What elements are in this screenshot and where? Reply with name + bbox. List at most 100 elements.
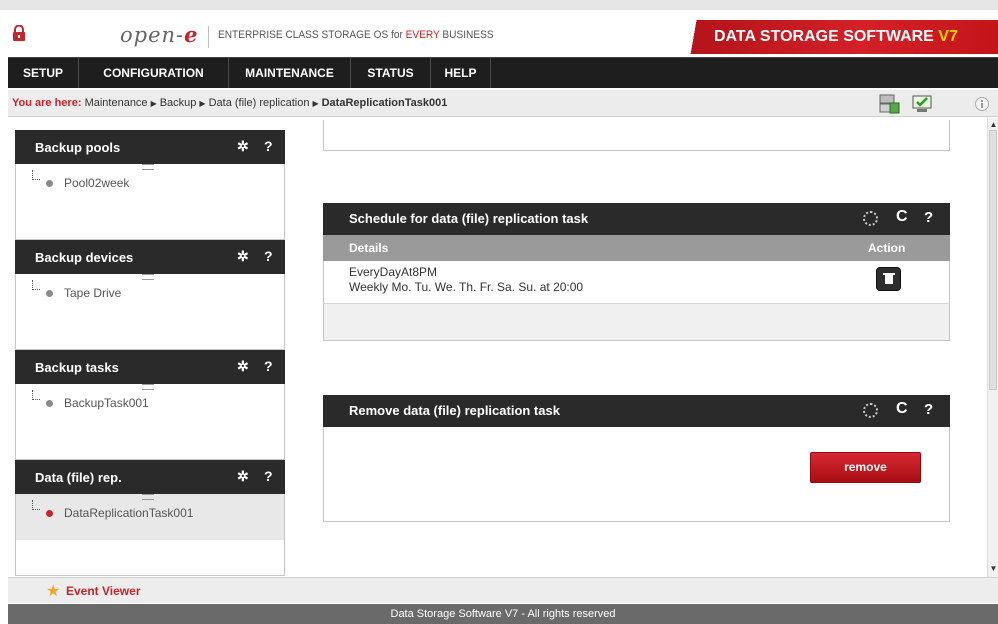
header: open-e ENTERPRISE CLASS STORAGE OS for E… xyxy=(8,20,998,54)
panel-title: Remove data (file) replication task xyxy=(349,403,560,418)
gear-icon[interactable]: ✲ xyxy=(237,358,249,375)
sidebar-item-pool02week[interactable]: Pool02week xyxy=(64,176,129,190)
status-dot-icon xyxy=(46,180,53,187)
loading-spinner-icon xyxy=(863,211,878,226)
panel-header: Schedule for data (file) replication tas… xyxy=(323,203,950,235)
sidebar-box-title: Backup pools xyxy=(35,140,121,155)
panel-previous-bottom xyxy=(323,120,950,151)
nav-status[interactable]: STATUS xyxy=(351,58,431,88)
table-header: Details Action xyxy=(323,235,950,261)
schedule-panel: Schedule for data (file) replication tas… xyxy=(323,203,950,341)
help-icon[interactable]: ? xyxy=(264,138,273,154)
refresh-icon[interactable]: C xyxy=(896,400,908,418)
table-footer xyxy=(323,303,950,341)
brand-text: DATA STORAGE SOFTWARE V7 xyxy=(714,28,958,46)
brand-name: DATA STORAGE SOFTWARE xyxy=(714,28,939,45)
grip-handle-icon[interactable] xyxy=(142,274,154,280)
sidebar-item-tape-drive[interactable]: Tape Drive xyxy=(64,286,121,300)
event-viewer-bar: ★ Event Viewer xyxy=(8,577,998,603)
breadcrumb-arrow-icon: ▶ xyxy=(150,99,157,108)
scroll-down-icon[interactable]: ▼ xyxy=(989,564,998,574)
grip-handle-icon[interactable] xyxy=(142,494,154,500)
nav-configuration[interactable]: CONFIGURATION xyxy=(79,58,229,88)
gear-icon[interactable]: ✲ xyxy=(237,138,249,155)
schedule-description: Weekly Mo. Tu. We. Th. Fr. Sa. Su. at 20… xyxy=(349,280,584,294)
vertical-scrollbar[interactable]: ▲ ▼ xyxy=(987,118,998,578)
tree-line-icon xyxy=(32,280,40,290)
help-icon[interactable]: ? xyxy=(264,468,273,484)
gear-icon[interactable]: ✲ xyxy=(237,248,249,265)
sidebar-item-backuptask001[interactable]: BackupTask001 xyxy=(64,396,149,410)
breadcrumb-prefix: You are here: xyxy=(12,97,82,109)
logo-main: open- xyxy=(120,23,185,47)
app-root: open-e ENTERPRISE CLASS STORAGE OS for E… xyxy=(0,0,998,624)
server-icon[interactable] xyxy=(878,94,900,114)
sidebar-box-title: Data (file) rep. xyxy=(35,470,122,485)
nav-maintenance[interactable]: MAINTENANCE xyxy=(229,58,351,88)
sidebar-box-header: Backup pools ✲ ? xyxy=(15,130,285,164)
table-row: EveryDayAt8PM Weekly Mo. Tu. We. Th. Fr.… xyxy=(323,261,950,303)
scroll-thumb[interactable] xyxy=(989,130,997,390)
breadcrumb-current: DataReplicationTask001 xyxy=(321,97,448,109)
sidebar-box-header: Data (file) rep. ✲ ? xyxy=(15,460,285,494)
panel-body: remove xyxy=(323,427,950,522)
footer: Data Storage Software V7 - All rights re… xyxy=(8,604,998,624)
scroll-up-icon[interactable]: ▲ xyxy=(989,120,998,130)
help-icon[interactable]: ? xyxy=(264,248,273,264)
sidebar-box-backup-devices: Backup devices ✲ ? Tape Drive xyxy=(15,240,285,350)
help-icon[interactable]: ? xyxy=(924,209,933,226)
breadcrumb-arrow-icon: ▶ xyxy=(312,99,319,108)
help-icon[interactable]: ? xyxy=(264,358,273,374)
brand-version: V7 xyxy=(938,28,958,45)
info-icon[interactable] xyxy=(974,96,990,112)
breadcrumb-item-maintenance[interactable]: Maintenance xyxy=(85,97,148,109)
gear-icon[interactable]: ✲ xyxy=(237,468,249,485)
main-content: Schedule for data (file) replication tas… xyxy=(285,120,985,576)
grip-handle-icon[interactable] xyxy=(142,384,154,390)
tagline-post: BUSINESS xyxy=(439,29,494,41)
sidebar-box-body: Tape Drive xyxy=(15,274,285,350)
tree-line-icon xyxy=(32,390,40,400)
sidebar: Backup pools ✲ ? Pool02week Backup devic… xyxy=(15,120,285,576)
remove-button[interactable]: remove xyxy=(810,452,921,483)
status-dot-icon xyxy=(46,290,53,297)
status-dot-active-icon xyxy=(46,510,53,517)
nav-help[interactable]: HELP xyxy=(431,58,491,88)
loading-spinner-icon xyxy=(863,403,878,418)
sidebar-box-body: BackupTask001 xyxy=(15,384,285,460)
header-divider xyxy=(208,26,209,48)
main-nav: SETUP CONFIGURATION MAINTENANCE STATUS H… xyxy=(8,57,998,88)
lock-icon[interactable] xyxy=(12,25,26,41)
remove-panel: Remove data (file) replication task C ? … xyxy=(323,395,950,522)
tagline-pre: ENTERPRISE CLASS STORAGE OS for xyxy=(218,29,406,41)
breadcrumb-item-backup[interactable]: Backup xyxy=(160,97,197,109)
sidebar-box-header: Backup devices ✲ ? xyxy=(15,240,285,274)
help-icon[interactable]: ? xyxy=(924,401,933,418)
brand-banner: DATA STORAGE SOFTWARE V7 xyxy=(658,20,998,54)
top-strip xyxy=(0,0,998,10)
monitor-check-icon[interactable] xyxy=(911,94,933,114)
column-header-action: Action xyxy=(868,241,906,255)
star-icon: ★ xyxy=(46,583,61,600)
sidebar-box-body: Pool02week xyxy=(15,164,285,240)
sidebar-box-body: DataReplicationTask001 xyxy=(15,494,285,576)
sidebar-box-title: Backup devices xyxy=(35,250,134,265)
tagline: ENTERPRISE CLASS STORAGE OS for EVERY BU… xyxy=(218,29,494,41)
sidebar-item-datareplicationtask001[interactable]: DataReplicationTask001 xyxy=(64,506,193,520)
nav-setup[interactable]: SETUP xyxy=(8,58,79,88)
sidebar-box-backup-pools: Backup pools ✲ ? Pool02week xyxy=(15,130,285,240)
delete-schedule-button[interactable] xyxy=(876,267,901,291)
refresh-icon[interactable]: C xyxy=(896,208,908,226)
sidebar-box-title: Backup tasks xyxy=(35,360,119,375)
panel-title: Schedule for data (file) replication tas… xyxy=(349,211,589,226)
breadcrumb-arrow-icon: ▶ xyxy=(199,99,206,108)
tree-line-icon xyxy=(32,170,40,180)
breadcrumb-item-replication[interactable]: Data (file) replication xyxy=(209,97,310,109)
event-viewer-link[interactable]: Event Viewer xyxy=(66,584,140,598)
status-dot-icon xyxy=(46,400,53,407)
logo: open-e xyxy=(120,22,199,47)
schedule-name: EveryDayAt8PM xyxy=(349,265,438,279)
breadcrumb: You are here: Maintenance ▶ Backup ▶ Data (f… xyxy=(8,90,998,117)
trash-icon xyxy=(885,275,893,284)
grip-handle-icon[interactable] xyxy=(142,164,154,170)
